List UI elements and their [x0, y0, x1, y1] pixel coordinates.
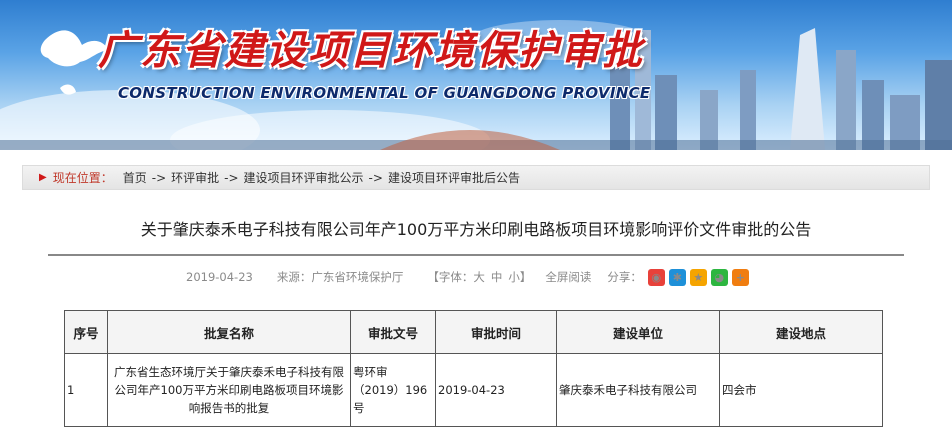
breadcrumb-separator: ->	[368, 170, 383, 185]
table-row: 1 广东省生态环境厅关于肇庆泰禾电子科技有限公司年产100万平方米印刷电路板项目…	[64, 353, 883, 427]
qzone-icon[interactable]: ✱	[668, 268, 686, 286]
column-header-name: 批复名称	[107, 310, 351, 354]
font-size-medium[interactable]: 中	[491, 269, 503, 285]
article-date: 2019-04-23	[186, 270, 253, 284]
banner-subtitle: CONSTRUCTION ENVIRONMENTAL OF GUANGDONG …	[118, 84, 651, 102]
column-header-date: 审批时间	[435, 310, 557, 354]
share-label: 分享：	[607, 270, 642, 284]
breadcrumb-label: 现在位置：	[52, 171, 113, 185]
font-size-small[interactable]: 小	[508, 269, 520, 285]
column-header-company: 建设单位	[556, 310, 720, 354]
breadcrumb-separator: ->	[151, 170, 167, 185]
font-size-label: 【字体：	[427, 270, 474, 284]
wechat-icon[interactable]: ◕	[710, 268, 728, 286]
more-icon[interactable]: +	[731, 268, 749, 286]
table-cell-date: 2019-04-23	[435, 353, 557, 427]
article-source: 来源：广东省环境保护厅	[276, 270, 404, 284]
table-cell-doc-number: 粤环审（2019）196号	[350, 353, 436, 427]
caret-right-icon: ▶	[39, 172, 47, 183]
title-divider	[48, 254, 904, 256]
breadcrumb: ▶ 现在位置： 首页 -> 环评审批 -> 建设项目环评审批公示 -> 建设项目…	[22, 165, 930, 190]
header-banner: 广东省建设项目环境保护审批 CONSTRUCTION ENVIRONMENTAL…	[0, 0, 952, 150]
column-header-doc-number: 审批文号	[350, 310, 436, 354]
breadcrumb-eia-approval[interactable]: 环评审批	[171, 169, 219, 186]
breadcrumb-post-approval-notice[interactable]: 建设项目环评审批后公告	[388, 169, 520, 186]
table-header-row: 序号 批复名称 审批文号 审批时间 建设单位 建设地点	[64, 310, 883, 354]
table-cell-company: 肇庆泰禾电子科技有限公司	[556, 353, 720, 427]
table-cell-name: 广东省生态环境厅关于肇庆泰禾电子科技有限公司年产100万平方米印刷电路板项目环境…	[107, 353, 351, 427]
article-meta: 2019-04-23 来源：广东省环境保护厅 【字体： 大 中 小 】 全屏阅读…	[186, 268, 749, 286]
star-icon[interactable]: ★	[689, 268, 707, 286]
approval-table: 序号 批复名称 审批文号 审批时间 建设单位 建设地点 1 广东省生态环境厅关于…	[64, 310, 883, 427]
breadcrumb-home[interactable]: 首页	[123, 169, 147, 186]
share-icons: ◉ ✱ ★ ◕ +	[647, 268, 749, 286]
table-cell-index: 1	[64, 353, 108, 427]
fullscreen-read-link[interactable]: 全屏阅读	[545, 269, 591, 285]
breadcrumb-approval-publicity[interactable]: 建设项目环评审批公示	[244, 169, 364, 186]
article-title: 关于肇庆泰禾电子科技有限公司年产100万平方米印刷电路板项目环境影响评价文件审批…	[140, 220, 812, 239]
column-header-location: 建设地点	[719, 310, 883, 354]
table-cell-location: 四会市	[719, 353, 883, 427]
column-header-index: 序号	[64, 310, 108, 354]
font-size-large[interactable]: 大	[473, 269, 485, 285]
font-size-close: 】	[519, 270, 532, 284]
breadcrumb-separator: ->	[224, 170, 239, 185]
weibo-icon[interactable]: ◉	[647, 268, 665, 286]
banner-title: 广东省建设项目环境保护审批	[98, 28, 644, 74]
